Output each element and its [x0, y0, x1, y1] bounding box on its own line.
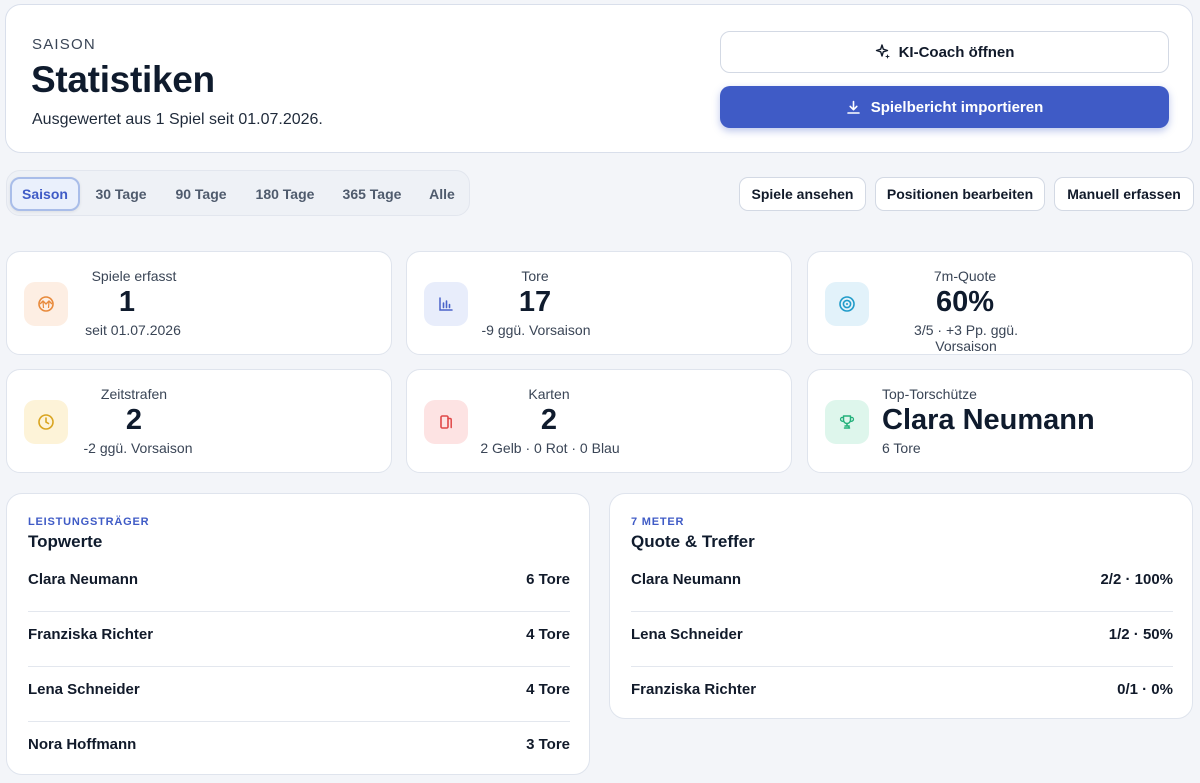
stat-label: Karten	[528, 386, 570, 402]
stat-card-games: Spiele erfasst 1 seit 01.07.2026	[6, 251, 392, 355]
stat-card-penalties: Zeitstrafen 2 -2 ggü. Vorsaison	[6, 369, 392, 473]
tab-90-days[interactable]: 90 Tage	[165, 177, 237, 211]
bar-chart-icon	[424, 282, 468, 326]
tab-365-days[interactable]: 365 Tage	[333, 177, 411, 211]
stat-label: Zeitstrafen	[100, 386, 168, 402]
stat-sub: 6 Tore	[882, 440, 921, 456]
player-value: 6 Tore	[526, 571, 570, 588]
sparkle-icon	[875, 44, 891, 60]
manual-entry-button[interactable]: Manuell erfassen	[1054, 177, 1194, 211]
seven-meter-panel: 7 METER Quote & Treffer Clara Neumann 2/…	[609, 493, 1193, 719]
tab-30-days[interactable]: 30 Tage	[85, 177, 157, 211]
panel-title: Quote & Treffer	[631, 532, 755, 551]
import-report-button[interactable]: Spielbericht importieren	[720, 86, 1169, 128]
period-tabs: Saison 30 Tage 90 Tage 180 Tage 365 Tage…	[6, 170, 470, 216]
list-item: Lena Schneider 1/2 · 50%	[631, 607, 1173, 662]
player-value: 1/2 · 50%	[1108, 626, 1173, 643]
ai-coach-button[interactable]: KI-Coach öffnen	[720, 31, 1169, 73]
stat-value: 2	[125, 404, 143, 436]
import-report-label: Spielbericht importieren	[870, 98, 1044, 116]
view-games-button[interactable]: Spiele ansehen	[739, 177, 866, 211]
player-name: Clara Neumann	[631, 571, 742, 588]
tab-season[interactable]: Saison	[10, 177, 80, 211]
list-item: Lena Schneider 4 Tore	[28, 662, 570, 717]
clock-icon	[24, 400, 68, 444]
list-item: Nora Hoffmann 3 Tore	[28, 717, 570, 772]
tab-180-days[interactable]: 180 Tage	[245, 177, 325, 211]
stat-sub: -9 ggü. Vorsaison	[481, 322, 591, 338]
stat-card-goals: Tore 17 -9 ggü. Vorsaison	[406, 251, 792, 355]
ball-icon	[24, 282, 68, 326]
top-performers-panel: LEISTUNGSTRÄGER Topwerte Clara Neumann 6…	[6, 493, 590, 775]
player-value: 3 Tore	[526, 736, 570, 753]
stat-label: 7m-Quote	[933, 268, 997, 284]
stat-card-top-scorer: Top-Torschütze Clara Neumann 6 Tore	[807, 369, 1193, 473]
stat-sub: -2 ggü. Vorsaison	[83, 440, 193, 456]
player-name: Nora Hoffmann	[28, 736, 137, 753]
tab-all[interactable]: Alle	[419, 177, 465, 211]
cards-icon	[424, 400, 468, 444]
panel-eyebrow: 7 METER	[631, 516, 685, 528]
player-name: Lena Schneider	[28, 681, 140, 698]
stat-value: 1	[118, 286, 136, 318]
stat-value: 17	[518, 286, 552, 318]
player-value: 4 Tore	[526, 626, 570, 643]
stat-sub: 3/5 · +3 Pp. ggü. Vorsaison	[914, 322, 1018, 354]
list-item: Clara Neumann 6 Tore	[28, 552, 570, 607]
list-item: Franziska Richter 4 Tore	[28, 607, 570, 662]
stat-label: Tore	[521, 268, 549, 284]
stat-label: Spiele erfasst	[91, 268, 177, 284]
statistics-page: SAISON Statistiken Ausgewertet aus 1 Spi…	[0, 0, 1200, 783]
header-subtitle: Ausgewertet aus 1 Spiel seit 01.07.2026.	[32, 111, 323, 128]
stat-value: 60%	[935, 286, 995, 318]
player-value: 2/2 · 100%	[1100, 571, 1173, 588]
player-value: 0/1 · 0%	[1117, 681, 1173, 698]
ai-coach-label: KI-Coach öffnen	[898, 43, 1015, 61]
player-name: Franziska Richter	[631, 681, 757, 698]
stat-card-7m-rate: 7m-Quote 60% 3/5 · +3 Pp. ggü. Vorsaison	[807, 251, 1193, 355]
header-card: SAISON Statistiken Ausgewertet aus 1 Spi…	[5, 4, 1193, 153]
list-item: Clara Neumann 2/2 · 100%	[631, 552, 1173, 607]
panel-title: Topwerte	[28, 532, 103, 551]
stat-label: Top-Torschütze	[882, 386, 977, 402]
download-icon	[846, 100, 861, 115]
player-name: Franziska Richter	[28, 626, 154, 643]
player-value: 4 Tore	[526, 681, 570, 698]
trophy-icon	[825, 400, 869, 444]
stat-sub: seit 01.07.2026	[85, 322, 181, 338]
player-name: Clara Neumann	[28, 571, 139, 588]
stat-value: Clara Neumann	[882, 404, 1095, 436]
list-item: Franziska Richter 0/1 · 0%	[631, 662, 1173, 717]
edit-positions-button[interactable]: Positionen bearbeiten	[875, 177, 1045, 211]
player-name: Lena Schneider	[631, 626, 743, 643]
stat-sub: 2 Gelb · 0 Rot · 0 Blau	[480, 440, 620, 456]
panel-eyebrow: LEISTUNGSTRÄGER	[28, 516, 150, 528]
header-eyebrow: SAISON	[32, 36, 96, 53]
page-title: Statistiken	[31, 59, 215, 100]
stat-value: 2	[540, 404, 558, 436]
target-icon	[825, 282, 869, 326]
stat-card-cards: Karten 2 2 Gelb · 0 Rot · 0 Blau	[406, 369, 792, 473]
